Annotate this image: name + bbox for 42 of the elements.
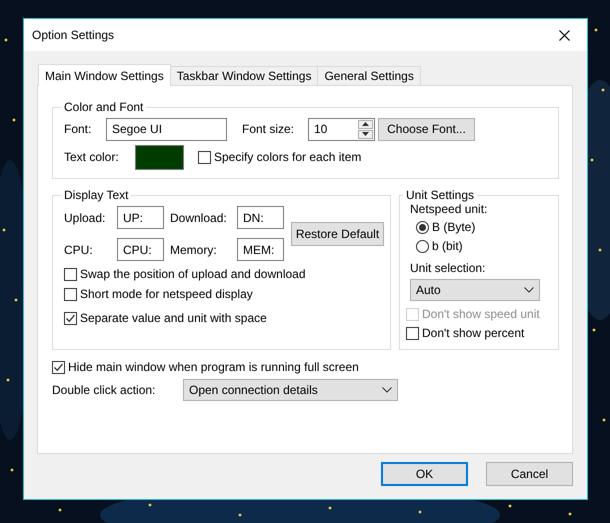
ok-button[interactable]: OK: [381, 462, 468, 486]
tab[interactable]: Taskbar Window Settings: [170, 66, 318, 85]
group-title: Color and Font: [63, 100, 144, 114]
field-label: Upload:: [64, 210, 106, 224]
field-label: Double click action:: [52, 382, 156, 396]
text-field[interactable]: CPU:: [117, 238, 164, 261]
checkmark-icon: [65, 312, 76, 324]
close-icon: [558, 30, 570, 40]
text-field[interactable]: UP:: [117, 206, 164, 229]
field-label: Netspeed unit:: [410, 202, 488, 216]
text-field[interactable]: MEM:: [237, 238, 284, 261]
tab[interactable]: Main Window Settings: [38, 64, 171, 86]
checkbox[interactable]: Separate value and unit with space: [64, 311, 267, 325]
field-label: CPU:: [64, 242, 94, 256]
tab[interactable]: General Settings: [317, 66, 421, 85]
field-label: Download:: [170, 210, 228, 224]
text-field[interactable]: DN:: [237, 206, 284, 229]
group-title: Unit Settings: [405, 188, 476, 202]
color-swatch[interactable]: [135, 144, 184, 170]
radio-button[interactable]: b (bit): [416, 239, 552, 253]
field-label: Memory:: [170, 242, 218, 256]
font-field[interactable]: Segoe UI: [106, 118, 227, 140]
dropdown[interactable]: Auto: [410, 279, 540, 301]
field-label: Text color:: [64, 150, 120, 164]
checkbox[interactable]: Swap the position of upload and download: [64, 267, 306, 281]
checkbox[interactable]: Specify colors for each item: [198, 150, 362, 164]
restore-default-button[interactable]: Restore Default: [291, 222, 384, 246]
checkmark-icon: [53, 362, 64, 372]
field-label: Unit selection:: [410, 261, 486, 275]
dropdown[interactable]: Open connection details: [183, 378, 398, 400]
field-label: Font size:: [242, 122, 296, 136]
caret-icon: [382, 386, 392, 392]
group-title: Display Text: [63, 188, 130, 202]
checkbox[interactable]: Hide main window when program is running full screen: [52, 360, 359, 374]
radio-button[interactable]: B (Byte): [416, 220, 552, 234]
checkbox[interactable]: Don't show percent: [406, 326, 552, 340]
caret-icon: [524, 287, 534, 293]
cancel-button[interactable]: Cancel: [486, 462, 573, 486]
window-title: Option Settings: [32, 28, 114, 42]
field-label: Font:: [64, 122, 92, 136]
checkbox[interactable]: Short mode for netspeed display: [64, 287, 253, 301]
choose-font-button[interactable]: Choose Font...: [378, 118, 475, 140]
